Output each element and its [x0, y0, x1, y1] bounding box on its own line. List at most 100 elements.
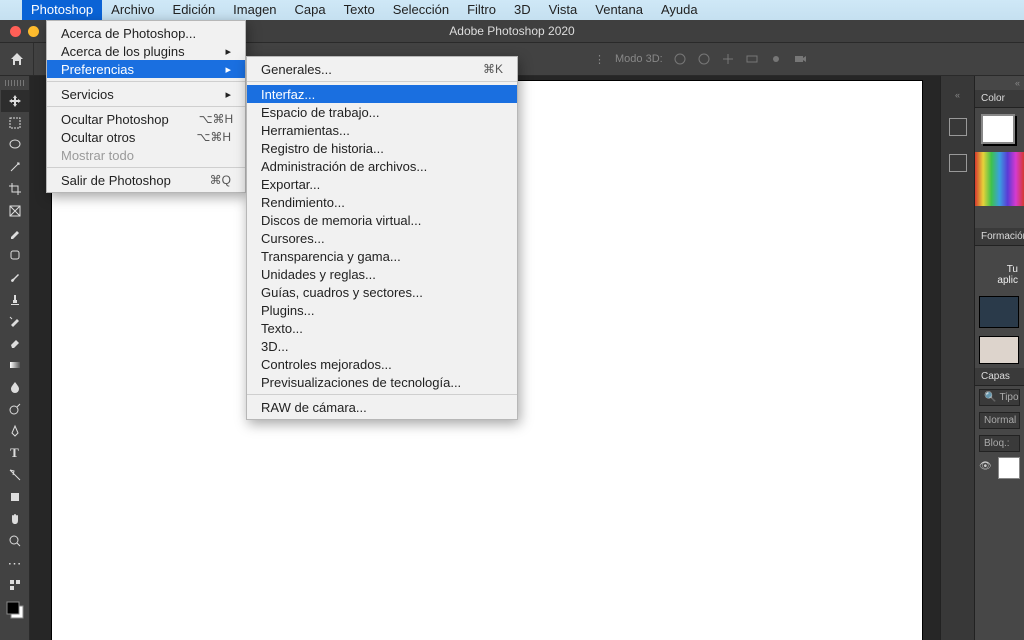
- marquee-tool[interactable]: [1, 112, 29, 134]
- history-panel-icon[interactable]: [949, 118, 967, 136]
- menubar-seleccion[interactable]: Selección: [384, 0, 458, 20]
- menubar-ayuda[interactable]: Ayuda: [652, 0, 707, 20]
- prefs-item-administraci-n-de-archivos[interactable]: Administración de archivos...: [247, 157, 517, 175]
- 3d-camera-icon[interactable]: [793, 52, 807, 66]
- menu-about-photoshop[interactable]: Acerca de Photoshop...: [47, 24, 245, 42]
- menu-separator: [47, 167, 245, 168]
- lasso-tool[interactable]: [1, 134, 29, 156]
- menu-quit[interactable]: Salir de Photoshop⌘Q: [47, 171, 245, 189]
- fg-bg-swatch[interactable]: [1, 596, 29, 624]
- menu-hide-others[interactable]: Ocultar otros⌥⌘H: [47, 128, 245, 146]
- formacion-panel-tab[interactable]: Formación: [975, 228, 1024, 246]
- collapsed-dock: «: [940, 76, 974, 640]
- prefs-item-unidades-y-reglas[interactable]: Unidades y reglas...: [247, 265, 517, 283]
- gradient-tool[interactable]: [1, 354, 29, 376]
- prefs-item-registro-de-historia[interactable]: Registro de historia...: [247, 139, 517, 157]
- pen-tool[interactable]: [1, 420, 29, 442]
- menu-separator: [247, 394, 517, 395]
- learn-text-1: Tu: [981, 264, 1018, 275]
- modo-3d-group: ⋮ Modo 3D:: [594, 52, 807, 66]
- prefs-item-3d[interactable]: 3D...: [247, 337, 517, 355]
- home-button[interactable]: [0, 43, 34, 75]
- learn-text-2: aplic: [981, 275, 1018, 286]
- menu-services[interactable]: Servicios: [47, 85, 245, 103]
- lock-row[interactable]: Bloq.:: [979, 435, 1020, 452]
- menu-separator: [47, 81, 245, 82]
- photoshop-app-menu: Acerca de Photoshop... Acerca de los plu…: [46, 20, 246, 193]
- menu-separator: [247, 81, 517, 82]
- prefs-item-exportar[interactable]: Exportar...: [247, 175, 517, 193]
- menubar-edicion[interactable]: Edición: [164, 0, 225, 20]
- 3d-pan-icon[interactable]: [697, 52, 711, 66]
- more-tools-icon[interactable]: ⋯: [1, 552, 29, 574]
- crop-tool[interactable]: [1, 178, 29, 200]
- menubar-imagen[interactable]: Imagen: [224, 0, 285, 20]
- type-tool[interactable]: T: [1, 442, 29, 464]
- modo-3d-label: Modo 3D:: [615, 53, 663, 65]
- 3d-light-icon[interactable]: [769, 52, 783, 66]
- history-brush-tool[interactable]: [1, 310, 29, 332]
- layer-kind-filter[interactable]: 🔍Tipo: [979, 389, 1020, 406]
- prefs-item-controles-mejorados[interactable]: Controles mejorados...: [247, 355, 517, 373]
- patch-tool[interactable]: [1, 244, 29, 266]
- eraser-tool[interactable]: [1, 332, 29, 354]
- hand-tool[interactable]: [1, 508, 29, 530]
- menu-show-all: Mostrar todo: [47, 146, 245, 164]
- stamp-tool[interactable]: [1, 288, 29, 310]
- color-swatch[interactable]: [981, 114, 1015, 144]
- prefs-item-discos-de-memoria-virtual[interactable]: Discos de memoria virtual...: [247, 211, 517, 229]
- menubar-ventana[interactable]: Ventana: [586, 0, 652, 20]
- prefs-item-previsualizaciones-de-tecnolog-a[interactable]: Previsualizaciones de tecnología...: [247, 373, 517, 391]
- menubar-texto[interactable]: Texto: [335, 0, 384, 20]
- preferences-submenu: Generales...⌘K Interfaz...Espacio de tra…: [246, 56, 518, 420]
- tools-grip-icon[interactable]: [5, 80, 25, 86]
- prefs-item-texto[interactable]: Texto...: [247, 319, 517, 337]
- menubar-archivo[interactable]: Archivo: [102, 0, 163, 20]
- prefs-camera-raw[interactable]: RAW de cámara...: [247, 398, 517, 416]
- menubar-3d[interactable]: 3D: [505, 0, 540, 20]
- mac-menubar: Photoshop Archivo Edición Imagen Capa Te…: [0, 0, 1024, 20]
- layer-row[interactable]: 👁: [975, 455, 1024, 481]
- dodge-tool[interactable]: [1, 398, 29, 420]
- learn-thumb-2[interactable]: [979, 336, 1019, 364]
- 3d-slide-icon[interactable]: [745, 52, 759, 66]
- menu-preferences[interactable]: Preferencias: [47, 60, 245, 78]
- prefs-item-transparencia-y-gama[interactable]: Transparencia y gama...: [247, 247, 517, 265]
- prefs-item-cursores[interactable]: Cursores...: [247, 229, 517, 247]
- wand-tool[interactable]: [1, 156, 29, 178]
- color-panel-tab[interactable]: Color: [975, 90, 1024, 108]
- capas-panel-tab[interactable]: Capas: [975, 368, 1024, 386]
- prefs-item-herramientas[interactable]: Herramientas...: [247, 121, 517, 139]
- frame-tool[interactable]: [1, 200, 29, 222]
- move-tool[interactable]: [1, 90, 29, 112]
- zoom-tool[interactable]: [1, 530, 29, 552]
- prefs-item-plugins[interactable]: Plugins...: [247, 301, 517, 319]
- blend-mode-select[interactable]: Normal: [979, 412, 1020, 429]
- properties-panel-icon[interactable]: [949, 154, 967, 172]
- brush-tool[interactable]: [1, 266, 29, 288]
- vdots-icon[interactable]: ⋮: [594, 53, 605, 66]
- shape-tool[interactable]: [1, 486, 29, 508]
- menubar-filtro[interactable]: Filtro: [458, 0, 505, 20]
- prefs-item-gu-as-cuadros-y-sectores[interactable]: Guías, cuadros y sectores...: [247, 283, 517, 301]
- edit-toolbar-icon[interactable]: [1, 574, 29, 596]
- menubar-vista[interactable]: Vista: [540, 0, 587, 20]
- 3d-orbit-icon[interactable]: [673, 52, 687, 66]
- prefs-item-espacio-de-trabajo[interactable]: Espacio de trabajo...: [247, 103, 517, 121]
- layer-thumbnail[interactable]: [998, 457, 1020, 479]
- 3d-roll-icon[interactable]: [721, 52, 735, 66]
- menubar-capa[interactable]: Capa: [286, 0, 335, 20]
- menubar-photoshop[interactable]: Photoshop: [22, 0, 102, 20]
- prefs-general[interactable]: Generales...⌘K: [247, 60, 517, 78]
- learn-thumb-1[interactable]: [979, 296, 1019, 328]
- hue-strip[interactable]: [975, 152, 1024, 206]
- menu-about-plugins[interactable]: Acerca de los plugins: [47, 42, 245, 60]
- prefs-item-rendimiento[interactable]: Rendimiento...: [247, 193, 517, 211]
- path-tool[interactable]: [1, 464, 29, 486]
- blur-tool[interactable]: [1, 376, 29, 398]
- menu-hide-photoshop[interactable]: Ocultar Photoshop⌥⌘H: [47, 110, 245, 128]
- prefs-item-interfaz[interactable]: Interfaz...: [247, 85, 517, 103]
- menu-separator: [47, 106, 245, 107]
- visibility-icon[interactable]: 👁: [979, 461, 992, 475]
- eyedropper-tool[interactable]: [1, 222, 29, 244]
